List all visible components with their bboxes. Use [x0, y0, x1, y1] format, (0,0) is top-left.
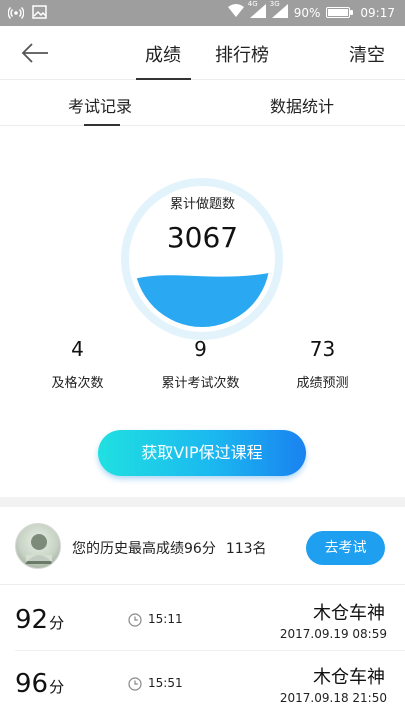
network-3g-label: 3G: [269, 0, 280, 8]
metric-label: 累计考试次数: [161, 376, 240, 391]
record-score: 92分: [15, 605, 64, 635]
list-item[interactable]: 92分 15:11 木仓车神 2017.09.19 08:59: [0, 587, 405, 651]
record-duration: 15:51: [148, 676, 183, 690]
subtab-exam-records[interactable]: 考试记录: [68, 93, 132, 117]
clock-icon: [128, 677, 142, 691]
vip-course-button[interactable]: 获取VIP保过课程: [98, 430, 306, 476]
record-username: 木仓车神: [313, 667, 385, 688]
subtab-statistics[interactable]: 数据统计: [270, 93, 334, 117]
avatar[interactable]: [15, 523, 61, 569]
record-score-unit: 分: [49, 614, 65, 632]
history-best-text: 您的历史最高成绩96分 113名: [72, 538, 267, 558]
section-divider: [0, 497, 405, 507]
record-score: 96分: [15, 669, 64, 699]
metric-score-prediction: 73 成绩预测: [255, 337, 390, 391]
wifi-icon: [227, 4, 244, 21]
metric-label: 成绩预测: [296, 376, 349, 391]
metric-value: 9: [194, 337, 207, 361]
gauge-label: 累计做题数: [169, 197, 235, 212]
go-exam-button[interactable]: 去考试: [306, 531, 385, 565]
metric-value: 73: [309, 337, 336, 361]
battery-percent: 90%: [293, 5, 321, 20]
clock-time: 09:17: [360, 5, 395, 20]
best-rank: 113名: [225, 541, 267, 557]
avatar-image: [25, 534, 53, 564]
clock-icon: [128, 613, 142, 627]
image-icon: [32, 5, 47, 22]
record-datetime: 2017.09.19 08:59: [279, 627, 387, 641]
app-bar: 成绩 排行榜 清空: [0, 26, 405, 80]
metric-value: 4: [71, 337, 84, 361]
record-score-unit: 分: [49, 678, 65, 696]
tab-active-indicator: [136, 78, 191, 80]
metric-label: 及格次数: [51, 376, 104, 391]
record-score-value: 96: [15, 669, 49, 699]
list-item[interactable]: 96分 15:51 木仓车神 2017.09.18 21:50: [0, 651, 405, 715]
metric-exam-count: 9 累计考试次数: [133, 337, 268, 391]
back-button[interactable]: [20, 41, 50, 65]
status-bar: 4G 3G 90% 09:17: [0, 0, 405, 26]
subtab-active-indicator: [84, 124, 120, 126]
back-arrow-icon: [21, 43, 48, 63]
tab-leaderboard[interactable]: 排行榜: [215, 41, 269, 67]
gauge-value: 3067: [166, 221, 239, 254]
battery-icon: [326, 7, 354, 18]
sub-tabs: 考试记录 数据统计: [0, 81, 405, 126]
record-duration: 15:11: [148, 612, 183, 626]
record-score-value: 92: [15, 605, 49, 635]
signal-4g-icon: 4G: [248, 0, 266, 21]
tab-scores[interactable]: 成绩: [145, 41, 181, 67]
clear-button[interactable]: 清空: [349, 41, 385, 67]
history-best-row: 您的历史最高成绩96分 113名 去考试: [0, 507, 405, 585]
signal-3g-icon: 3G: [270, 0, 288, 21]
metric-pass-count: 4 及格次数: [10, 337, 145, 391]
network-4g-label: 4G: [247, 0, 258, 8]
hotspot-icon: [7, 4, 25, 23]
record-username: 木仓车神: [313, 603, 385, 624]
record-datetime: 2017.09.18 21:50: [279, 691, 387, 705]
stats-panel: 累计做题数 3067 4 及格次数 9 累计考试次数 73 成绩预测 获取VIP…: [0, 127, 405, 497]
battery-level-fill: [328, 9, 349, 16]
best-score-text: 您的历史最高成绩96分: [72, 541, 216, 557]
